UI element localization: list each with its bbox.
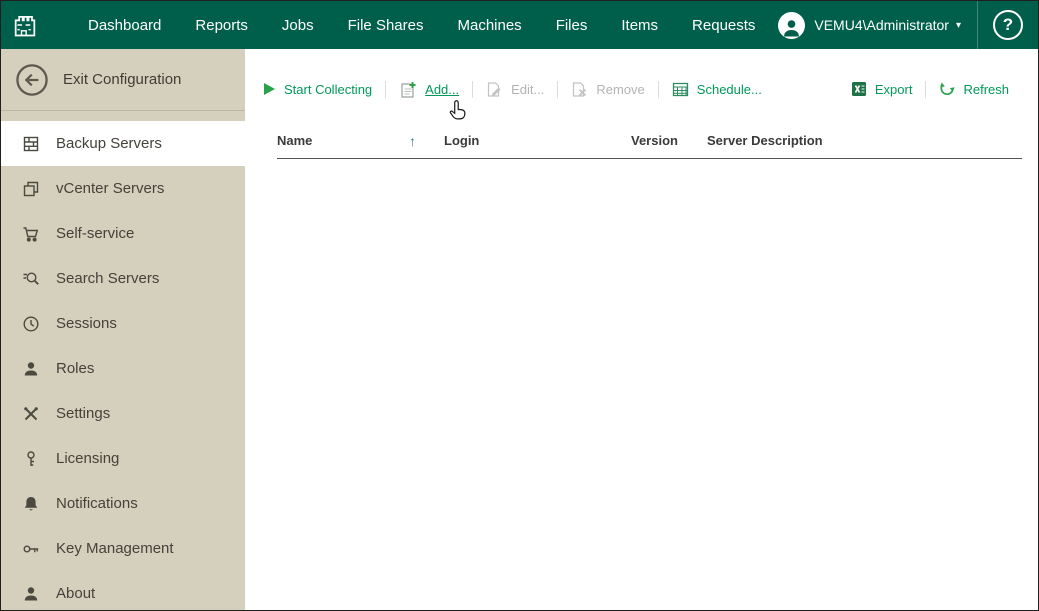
- exit-configuration-label: Exit Configuration: [63, 71, 182, 88]
- sidebar-item-key-management[interactable]: Key Management: [1, 526, 245, 571]
- nav-dashboard[interactable]: Dashboard: [71, 1, 178, 49]
- back-arrow-icon: [16, 63, 48, 96]
- sidebar-item-notifications[interactable]: Notifications: [1, 481, 245, 526]
- topbar-divider: [977, 1, 978, 49]
- column-header-login[interactable]: Login: [444, 133, 631, 148]
- license-key-icon: [21, 450, 40, 468]
- sidebar-item-label: Self-service: [56, 225, 135, 242]
- top-navigation-bar: Dashboard Reports Jobs File Shares Machi…: [1, 1, 1038, 49]
- backup-servers-table-body: [245, 159, 1038, 259]
- vcenter-servers-icon: [21, 180, 40, 198]
- app-logo[interactable]: [1, 1, 49, 49]
- backup-servers-icon: [21, 135, 40, 153]
- key-icon: [21, 540, 40, 558]
- help-button[interactable]: ?: [993, 10, 1023, 40]
- sidebar-item-label: Key Management: [56, 540, 174, 557]
- schedule-button[interactable]: Schedule...: [659, 81, 775, 97]
- sidebar-item-label: Sessions: [56, 315, 117, 332]
- sidebar-item-label: vCenter Servers: [56, 180, 165, 197]
- clock-icon: [21, 315, 40, 333]
- calendar-icon: [672, 82, 688, 97]
- about-icon: [21, 585, 40, 603]
- user-avatar-icon: [778, 11, 806, 39]
- nav-files[interactable]: Files: [539, 1, 605, 49]
- veeam-logo-icon: [14, 15, 36, 37]
- toolbar: Start Collecting Add... Edit... Remove S…: [245, 75, 1038, 103]
- sidebar-item-backup-servers[interactable]: Backup Servers: [1, 121, 245, 166]
- sidebar-item-settings[interactable]: Settings: [1, 391, 245, 436]
- play-icon: [264, 83, 275, 95]
- shopping-cart-icon: [21, 225, 40, 243]
- sidebar-item-licensing[interactable]: Licensing: [1, 436, 245, 481]
- sidebar-item-about[interactable]: About: [1, 571, 245, 610]
- sidebar-item-label: Backup Servers: [56, 135, 162, 152]
- search-servers-icon: [21, 270, 40, 288]
- main-nav: Dashboard Reports Jobs File Shares Machi…: [71, 1, 772, 49]
- start-collecting-button[interactable]: Start Collecting: [263, 82, 385, 97]
- chevron-down-icon: ▾: [955, 19, 961, 31]
- remove-button[interactable]: Remove: [558, 81, 657, 98]
- sidebar-item-label: About: [56, 585, 96, 602]
- sidebar-item-vcenter-servers[interactable]: vCenter Servers: [1, 166, 245, 211]
- sort-ascending-icon[interactable]: ↑: [409, 133, 416, 149]
- refresh-button[interactable]: Refresh: [926, 81, 1022, 97]
- configuration-sidebar: Exit Configuration Backup Servers vCente…: [1, 49, 245, 610]
- nav-reports[interactable]: Reports: [178, 1, 265, 49]
- backup-servers-panel: Start Collecting Add... Edit... Remove S…: [245, 49, 1038, 610]
- nav-requests[interactable]: Requests: [675, 1, 772, 49]
- nav-items[interactable]: Items: [604, 1, 675, 49]
- refresh-icon: [940, 82, 956, 95]
- sidebar-item-label: Roles: [56, 360, 95, 377]
- nav-file-shares[interactable]: File Shares: [331, 1, 441, 49]
- help-icon: ?: [1002, 15, 1014, 34]
- user-name: VEMU4\Administrator: [814, 17, 949, 33]
- bell-icon: [21, 495, 40, 513]
- sidebar-item-label: Licensing: [56, 450, 120, 467]
- sidebar-item-sessions[interactable]: Sessions: [1, 301, 245, 346]
- export-button[interactable]: Export: [838, 81, 926, 97]
- add-server-icon: [401, 81, 416, 98]
- app-window: Dashboard Reports Jobs File Shares Machi…: [0, 0, 1039, 611]
- column-header-version[interactable]: Version: [631, 133, 707, 148]
- add-button[interactable]: Add...: [386, 81, 472, 98]
- excel-export-icon: [851, 82, 866, 96]
- nav-machines[interactable]: Machines: [440, 1, 538, 49]
- sidebar-item-self-service[interactable]: Self-service: [1, 211, 245, 256]
- sidebar-item-label: Settings: [56, 405, 111, 422]
- column-header-server-description[interactable]: Server Description: [707, 133, 1022, 148]
- exit-configuration-button[interactable]: Exit Configuration: [1, 49, 245, 111]
- edit-button[interactable]: Edit...: [473, 81, 557, 98]
- nav-jobs[interactable]: Jobs: [265, 1, 331, 49]
- column-header-name[interactable]: Name ↑: [277, 133, 444, 149]
- table-header-row: Name ↑ Login Version Server Description: [277, 123, 1022, 159]
- tools-icon: [21, 405, 40, 423]
- remove-icon: [573, 81, 587, 97]
- edit-icon: [488, 81, 501, 97]
- user-menu[interactable]: VEMU4\Administrator ▾: [778, 1, 961, 49]
- person-icon: [21, 360, 40, 378]
- sidebar-item-search-servers[interactable]: Search Servers: [1, 256, 245, 301]
- sidebar-item-roles[interactable]: Roles: [1, 346, 245, 391]
- sidebar-item-label: Notifications: [56, 495, 138, 512]
- sidebar-item-label: Search Servers: [56, 270, 160, 287]
